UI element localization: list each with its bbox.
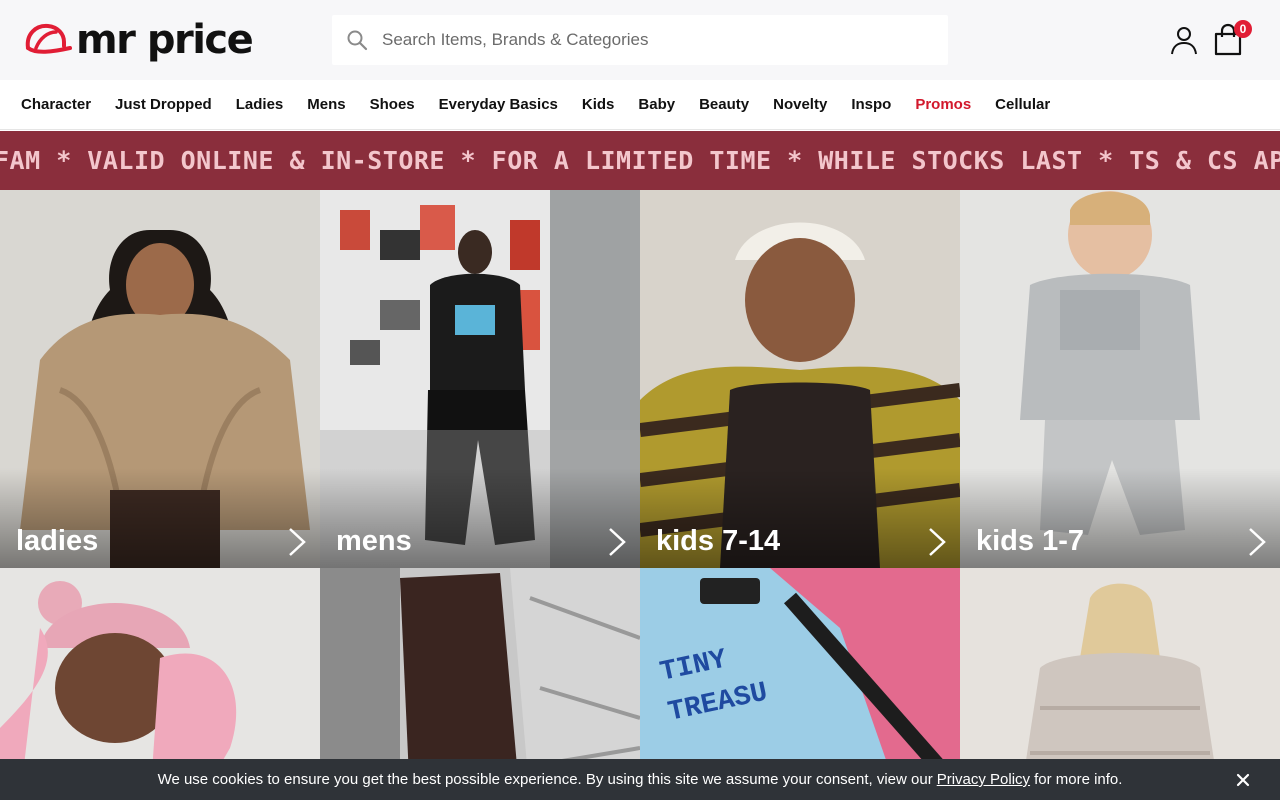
tile-label: ladies [16,525,99,557]
account-icon[interactable] [1168,24,1200,56]
nav-item-character[interactable]: Character [9,80,103,130]
nav-item-ladies[interactable]: Ladies [224,80,296,130]
nav-item-inspo[interactable]: Inspo [839,80,903,130]
cookie-text-after: for more info. [1034,771,1123,788]
tile-label: mens [336,525,412,557]
tile-label: kids 7-14 [656,525,781,557]
category-tile-kids-7-14[interactable]: kids 7-14 [640,190,960,568]
search-bar[interactable] [332,15,948,65]
nav-item-kids[interactable]: Kids [570,80,627,130]
nav-item-baby[interactable]: Baby [626,80,687,130]
category-tile-mens[interactable]: mens [320,190,640,568]
main-nav: Character Just Dropped Ladies Mens Shoes… [0,80,1280,130]
nav-item-mens[interactable]: Mens [295,80,357,130]
search-input[interactable] [382,15,922,65]
tile-label: kids 1-7 [976,525,1084,557]
nav-item-novelty[interactable]: Novelty [761,80,839,130]
nav-item-everyday-basics[interactable]: Everyday Basics [427,80,570,130]
nav-item-shoes[interactable]: Shoes [358,80,427,130]
nav-item-cellular[interactable]: Cellular [983,80,1062,130]
category-tile-ladies[interactable]: ladies [0,190,320,568]
category-tile-kids-1-7[interactable]: kids 1-7 [960,190,1280,568]
chevron-right-icon [1249,528,1266,556]
cookie-banner: We use cookies to ensure you get the bes… [0,759,1280,800]
cart-count-badge[interactable]: 0 [1234,20,1252,38]
chevron-right-icon [609,528,626,556]
close-icon[interactable] [1232,769,1254,791]
chevron-right-icon [289,528,306,556]
promo-banner-text: FAM * VALID ONLINE & IN-STORE * FOR A LI… [0,146,1280,175]
site-header: mr price 0 [0,0,1280,80]
cap-logo-icon [25,23,72,54]
brand-logo[interactable]: mr price [22,17,254,63]
privacy-policy-link[interactable]: Privacy Policy [937,771,1030,788]
nav-item-just-dropped[interactable]: Just Dropped [103,80,224,130]
brand-name: mr price [76,17,254,63]
search-icon[interactable] [332,15,382,65]
nav-item-beauty[interactable]: Beauty [687,80,761,130]
cookie-text: We use cookies to ensure you get the bes… [157,771,933,788]
nav-item-promos[interactable]: Promos [903,80,983,130]
chevron-right-icon [929,528,946,556]
promo-banner[interactable]: FAM * VALID ONLINE & IN-STORE * FOR A LI… [0,131,1280,190]
